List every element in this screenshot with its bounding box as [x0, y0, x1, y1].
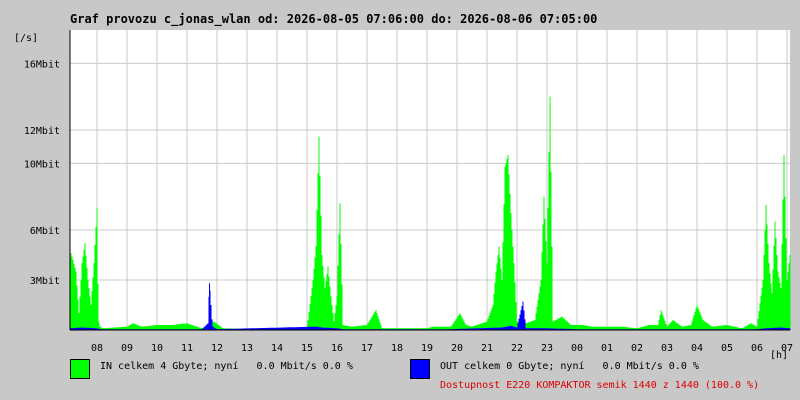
x-tick-label: 23	[541, 343, 553, 354]
x-tick-label: 17	[361, 343, 373, 354]
x-tick-label: 15	[301, 343, 313, 354]
x-tick-label: 07	[781, 343, 793, 354]
availability-text: Dostupnost E220 KOMPAKTOR semik 1440 z 1…	[440, 380, 760, 391]
x-tick-label: 18	[391, 343, 403, 354]
x-tick-label: 02	[631, 343, 643, 354]
legend-out-swatch	[410, 359, 430, 379]
y-tick-label: 10Mbit	[24, 159, 60, 170]
x-tick-label: 20	[451, 343, 463, 354]
y-axis-unit-label: [/s]	[14, 33, 38, 44]
x-tick-label: 11	[181, 343, 193, 354]
x-tick-label: 12	[211, 343, 223, 354]
x-tick-label: 08	[91, 343, 103, 354]
x-tick-label: 06	[751, 343, 763, 354]
x-tick-label: 09	[121, 343, 133, 354]
y-tick-label: 3Mbit	[30, 276, 60, 287]
x-tick-label: 04	[691, 343, 703, 354]
x-tick-label: 19	[421, 343, 433, 354]
y-tick-label: 6Mbit	[30, 226, 60, 237]
y-tick-label: 12Mbit	[24, 126, 60, 137]
x-tick-label: 13	[241, 343, 253, 354]
y-tick-label: 16Mbit	[24, 59, 60, 70]
y-axis-ticks: 3Mbit 6Mbit 10Mbit 12Mbit 16Mbit	[24, 59, 60, 287]
legend-out-label: OUT celkem 0 Gbyte; nyní 0.0 Mbit/s 0.0 …	[440, 361, 699, 372]
x-tick-label: 01	[601, 343, 613, 354]
x-tick-label: 00	[571, 343, 583, 354]
traffic-chart: Graf provozu c_jonas_wlan od: 2026-08-05…	[14, 12, 793, 361]
x-tick-label: 05	[721, 343, 733, 354]
plot-area	[70, 30, 790, 330]
x-tick-label: 03	[661, 343, 673, 354]
x-axis-ticks: 08 09 10 11 12 13 14 15 16 17 18 19 20 21 22 23 00 01 02 03…	[91, 343, 793, 354]
x-tick-label: 16	[331, 343, 343, 354]
chart-title: Graf provozu c_jonas_wlan od: 2026-08-05…	[70, 12, 597, 27]
legend-in-swatch	[70, 359, 90, 379]
legend-in-label: IN celkem 4 Gbyte; nyní 0.0 Mbit/s 0.0 %	[100, 361, 353, 372]
x-tick-label: 14	[271, 343, 283, 354]
x-tick-label: 22	[511, 343, 523, 354]
x-tick-label: 10	[151, 343, 163, 354]
x-tick-label: 21	[481, 343, 493, 354]
